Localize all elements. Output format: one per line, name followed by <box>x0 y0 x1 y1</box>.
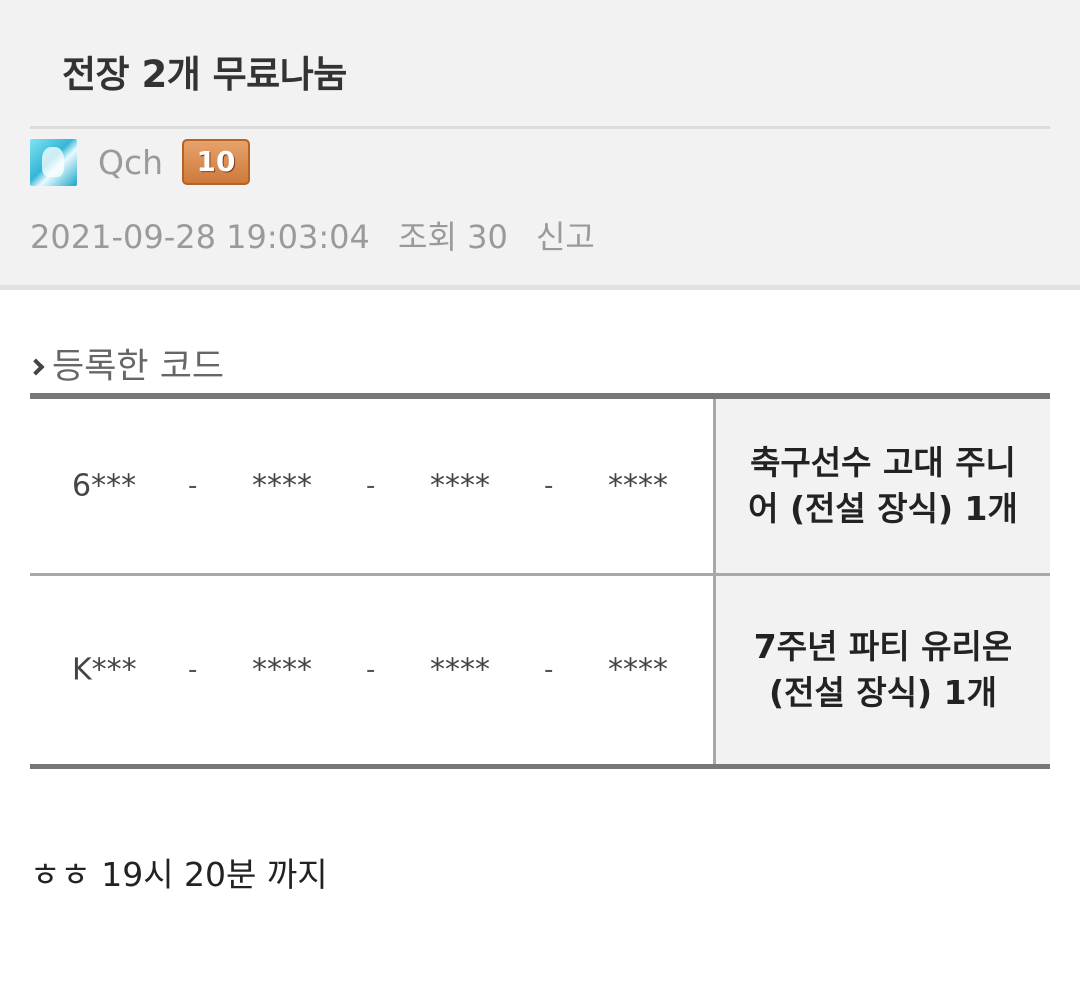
report-link[interactable]: 신고 <box>536 218 595 256</box>
post-body-text: ㅎㅎ 19시 20분 까지 <box>30 855 328 894</box>
post-header: 전장 2개 무료나눔 Qch 10 2021-09-28 19:03:04 조회… <box>0 0 1080 290</box>
code-part: **** <box>608 468 668 504</box>
code-part: **** <box>252 652 312 688</box>
code-part: **** <box>430 652 490 688</box>
reward-cell: 축구선수 고대 주니어 (전설 장식) 1개 <box>713 399 1050 573</box>
code-part: K*** <box>72 652 137 688</box>
chevron-right-icon <box>27 358 45 376</box>
view-count: 조회 30 <box>398 218 508 256</box>
header-divider <box>30 126 1050 129</box>
code-cell[interactable]: K*** - **** - **** - **** <box>30 576 713 764</box>
level-badge: 10 <box>182 139 250 185</box>
post-title: 전장 2개 무료나눔 <box>62 53 347 96</box>
code-row: K*** - **** - **** - **** 7주년 파티 유리온 (전설… <box>30 573 1050 764</box>
code-separator: - <box>544 471 554 501</box>
code-part: **** <box>430 468 490 504</box>
author-name[interactable]: Qch <box>98 143 163 182</box>
reward-cell: 7주년 파티 유리온 (전설 장식) 1개 <box>713 576 1050 764</box>
code-separator: - <box>366 471 376 501</box>
codes-section-label: 등록한 코드 <box>52 347 225 387</box>
post-meta: 2021-09-28 19:03:04 조회 30 신고 <box>30 212 613 258</box>
post-datetime: 2021-09-28 19:03:04 <box>30 218 370 256</box>
code-cell[interactable]: 6*** - **** - **** - **** <box>30 399 713 573</box>
code-part: 6*** <box>72 468 137 504</box>
code-separator: - <box>188 471 198 501</box>
code-row: 6*** - **** - **** - **** 축구선수 고대 주니어 (전… <box>30 399 1050 573</box>
character-avatar-icon[interactable] <box>30 139 77 186</box>
code-separator: - <box>188 655 198 685</box>
codes-table: 6*** - **** - **** - **** 축구선수 고대 주니어 (전… <box>30 393 1050 769</box>
code-separator: - <box>366 655 376 685</box>
code-part: **** <box>608 652 668 688</box>
code-part: **** <box>252 468 312 504</box>
code-separator: - <box>544 655 554 685</box>
codes-section-title: 등록한 코드 <box>27 338 225 389</box>
